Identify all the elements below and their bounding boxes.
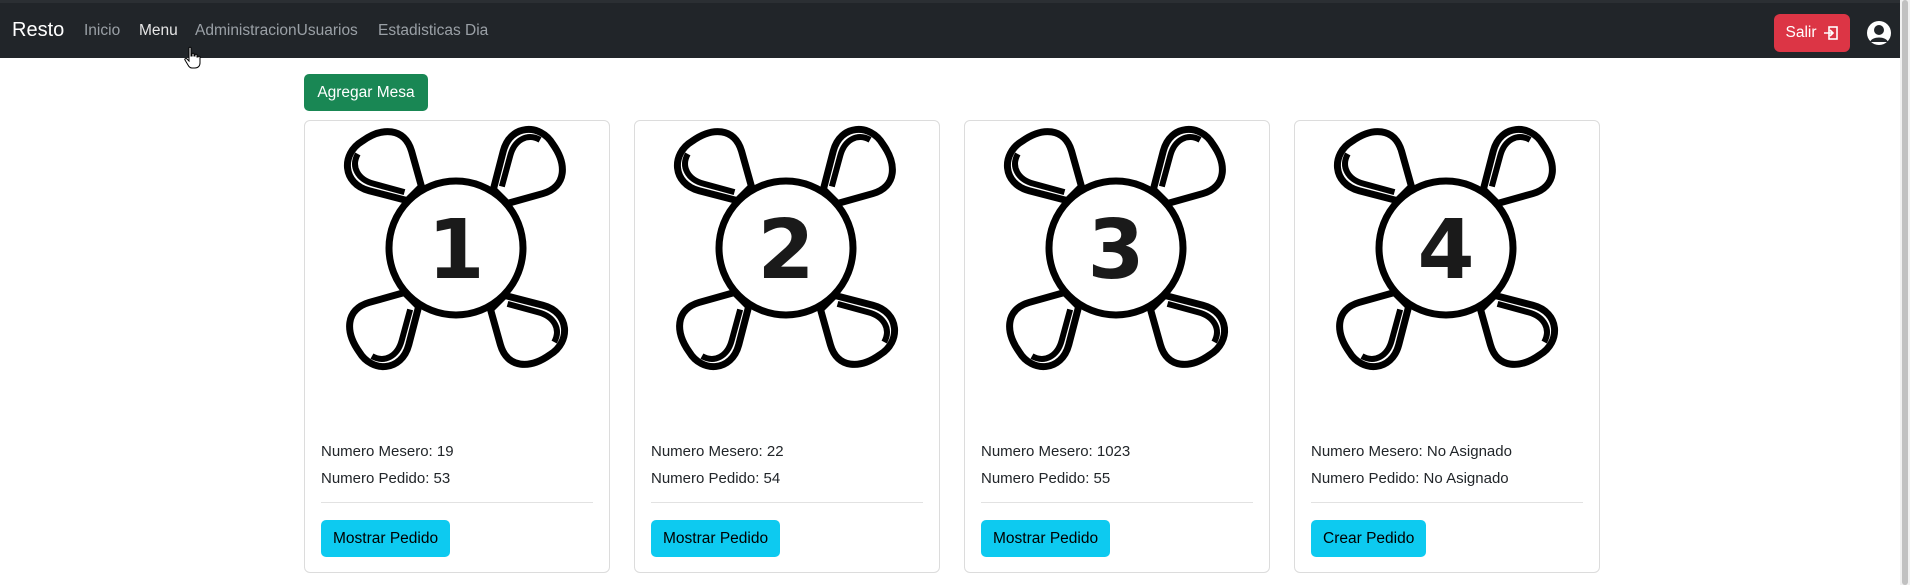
show-order-button[interactable]: Mostrar Pedido bbox=[651, 520, 781, 557]
waiter-number: Numero Mesero: 22 bbox=[651, 443, 784, 460]
pointer-cursor-icon bbox=[184, 46, 201, 69]
table-card: 3 Numero Mesero: 1023 Numero Pedido: 55 … bbox=[964, 120, 1270, 573]
nav-link-inicio[interactable]: Inicio bbox=[84, 22, 120, 40]
card-divider bbox=[1311, 502, 1583, 503]
add-table-button[interactable]: Agregar Mesa bbox=[304, 74, 428, 111]
card-divider bbox=[321, 502, 593, 503]
table-card: 4 Numero Mesero: No Asignado Numero Pedi… bbox=[1294, 120, 1600, 573]
page-scrollbar[interactable] bbox=[1900, 0, 1910, 585]
nav-link-menu[interactable]: Menu bbox=[139, 22, 178, 40]
show-order-button[interactable]: Mostrar Pedido bbox=[981, 520, 1111, 557]
waiter-number: Numero Mesero: No Asignado bbox=[1311, 443, 1512, 460]
order-number: Numero Pedido: 55 bbox=[981, 470, 1111, 487]
logout-icon bbox=[1823, 26, 1838, 40]
create-order-button[interactable]: Crear Pedido bbox=[1311, 520, 1427, 557]
table-card: 1 Numero Mesero: 19 Numero Pedido: 53 Mo… bbox=[304, 120, 610, 573]
order-number: Numero Pedido: 54 bbox=[651, 470, 781, 487]
scrollbar-thumb[interactable] bbox=[1902, 0, 1908, 585]
order-number: Numero Pedido: No Asignado bbox=[1311, 470, 1509, 487]
waiter-number: Numero Mesero: 1023 bbox=[981, 443, 1131, 460]
table-number: 1 bbox=[427, 203, 484, 298]
top-navbar: Resto Inicio Menu AdministracionUsuarios… bbox=[0, 0, 1900, 58]
brand-logo[interactable]: Resto bbox=[12, 19, 64, 42]
waiter-number: Numero Mesero: 19 bbox=[321, 443, 454, 460]
nav-link-administracion-usuarios[interactable]: AdministracionUsuarios bbox=[195, 22, 358, 40]
table-number: 3 bbox=[1087, 203, 1144, 298]
table-icon: 3 bbox=[991, 123, 1241, 373]
table-icon: 2 bbox=[661, 123, 911, 373]
table-icon: 1 bbox=[331, 123, 581, 373]
table-number: 4 bbox=[1417, 203, 1474, 298]
table-card: 2 Numero Mesero: 22 Numero Pedido: 54 Mo… bbox=[634, 120, 940, 573]
show-order-button[interactable]: Mostrar Pedido bbox=[321, 520, 451, 557]
table-number: 2 bbox=[757, 203, 814, 298]
order-number: Numero Pedido: 53 bbox=[321, 470, 451, 487]
card-divider bbox=[651, 502, 923, 503]
nav-link-estadisticas-dia[interactable]: Estadisticas Dia bbox=[378, 22, 488, 40]
table-icon: 4 bbox=[1321, 123, 1571, 373]
logout-label: Salir bbox=[1785, 24, 1817, 41]
logout-button[interactable]: Salir bbox=[1774, 14, 1850, 52]
card-divider bbox=[981, 502, 1253, 503]
user-avatar-icon[interactable] bbox=[1866, 20, 1892, 46]
